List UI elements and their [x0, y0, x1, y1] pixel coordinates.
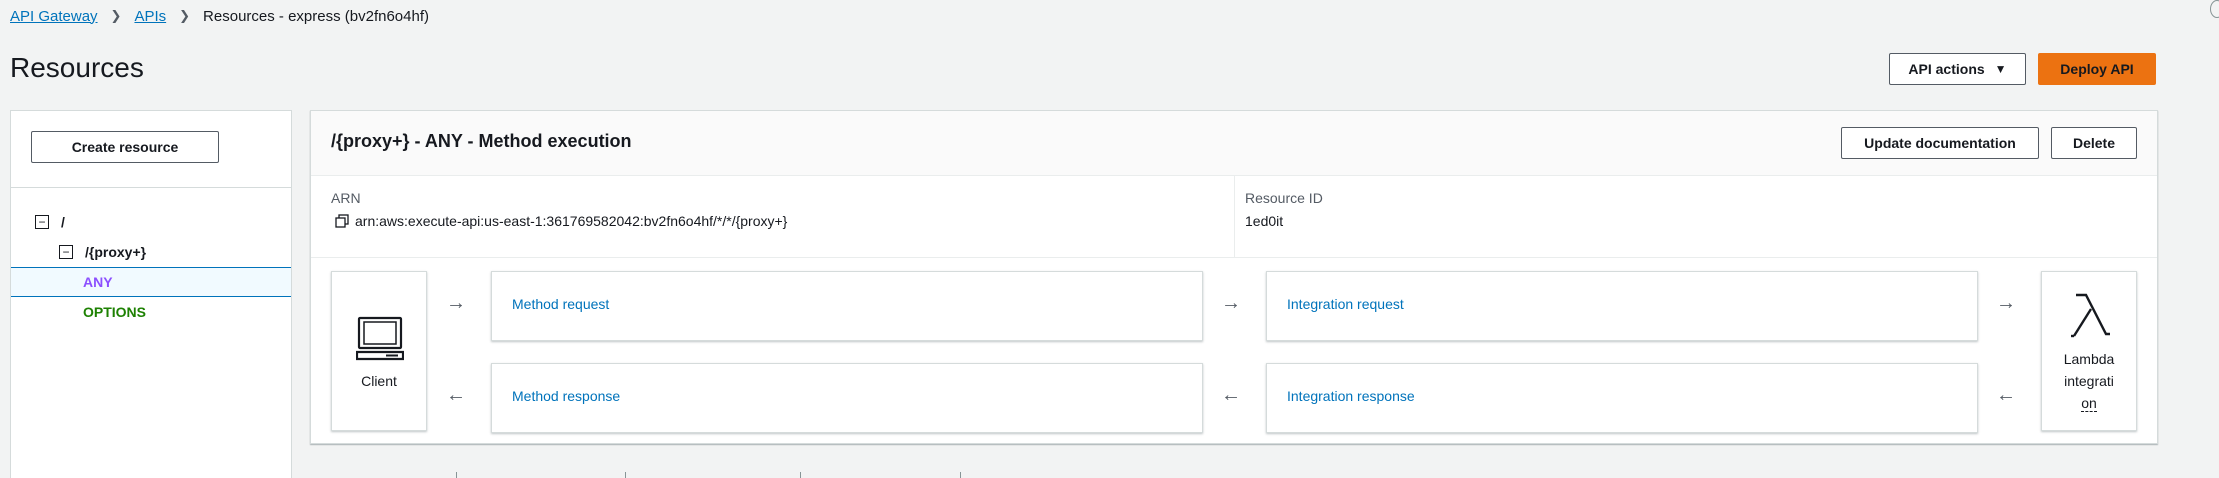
method-response-box[interactable]: Method response [491, 363, 1203, 433]
chevron-right-icon: ❯ [110, 8, 122, 23]
help-icon[interactable] [2210, 0, 2219, 18]
resource-id-value: 1ed0it [1245, 213, 1284, 229]
chevron-right-icon: ❯ [179, 8, 191, 23]
create-resource-button[interactable]: Create resource [31, 131, 219, 163]
method-request-box[interactable]: Method request [491, 271, 1203, 341]
integration-response-box[interactable]: Integration response [1266, 363, 1978, 433]
tree-item-label: /{proxy+} [85, 244, 147, 260]
arrow-right-icon: → [1221, 292, 1241, 314]
arn-label: ARN [331, 190, 361, 206]
method-label-any: ANY [83, 274, 113, 290]
integration-request-box[interactable]: Integration request [1266, 271, 1978, 341]
divider [1234, 176, 1235, 258]
arrow-right-icon: → [1996, 292, 2016, 314]
breadcrumb-apis[interactable]: APIs [134, 8, 166, 25]
lambda-label-line: integrati [2064, 373, 2114, 389]
collapse-icon[interactable]: − [35, 215, 49, 229]
breadcrumb: API Gateway ❯ APIs ❯ Resources - express… [10, 6, 429, 26]
api-actions-label: API actions [1908, 61, 1985, 77]
lambda-icon [2071, 293, 2110, 338]
copy-icon[interactable] [335, 214, 349, 228]
api-actions-button[interactable]: API actions ▼ [1889, 53, 2026, 85]
integration-request-link[interactable]: Integration request [1287, 296, 1404, 312]
page-title: Resources [10, 52, 144, 83]
deploy-api-button[interactable]: Deploy API [2038, 53, 2156, 85]
tree-method-any[interactable]: ANY [11, 267, 291, 297]
arrow-left-icon: ← [446, 384, 466, 406]
lambda-integration-label: Lambda integrati on [2060, 348, 2118, 414]
arn-value: arn:aws:execute-api:us-east-1:3617695820… [335, 213, 787, 229]
lambda-integration-box: Lambda integrati on [2041, 271, 2137, 431]
breadcrumb-current: Resources - express (bv2fn6o4hf) [203, 7, 429, 25]
panel-header: /{proxy+} - ANY - Method execution Updat… [311, 111, 2157, 176]
method-execution-panel: /{proxy+} - ANY - Method execution Updat… [310, 110, 2158, 444]
tab-divider [456, 472, 457, 478]
lambda-label-line: Lambda [2063, 351, 2115, 367]
tab-divider [960, 472, 961, 478]
client-label: Client [361, 373, 397, 389]
lambda-label-line: on [2081, 395, 2097, 412]
resource-tree-panel: Create resource − / − /{proxy+} ANY OPTI… [10, 110, 292, 478]
method-request-link[interactable]: Method request [512, 296, 609, 312]
integration-response-link[interactable]: Integration response [1287, 388, 1415, 404]
laptop-icon [356, 316, 404, 361]
method-label-options: OPTIONS [83, 304, 147, 320]
collapse-icon[interactable]: − [59, 245, 73, 259]
tree-item-proxy[interactable]: − /{proxy+} [11, 237, 291, 267]
tree-method-options[interactable]: OPTIONS [11, 297, 291, 327]
divider [11, 187, 291, 188]
update-documentation-button[interactable]: Update documentation [1841, 127, 2039, 159]
tab-divider [625, 472, 626, 478]
resource-id-label: Resource ID [1245, 190, 1323, 206]
tree-item-label: / [61, 214, 65, 230]
arrow-right-icon: → [446, 292, 466, 314]
client-box: Client [331, 271, 427, 431]
caret-down-icon: ▼ [1994, 62, 2007, 76]
tree-item-root[interactable]: − / [11, 207, 291, 237]
method-execution-title: /{proxy+} - ANY - Method execution [331, 131, 632, 151]
method-response-link[interactable]: Method response [512, 388, 620, 404]
tab-divider [800, 472, 801, 478]
arrow-left-icon: ← [1221, 384, 1241, 406]
delete-button[interactable]: Delete [2051, 127, 2137, 159]
arrow-left-icon: ← [1996, 384, 2016, 406]
breadcrumb-api-gateway[interactable]: API Gateway [10, 8, 98, 25]
arn-text: arn:aws:execute-api:us-east-1:3617695820… [355, 213, 788, 229]
